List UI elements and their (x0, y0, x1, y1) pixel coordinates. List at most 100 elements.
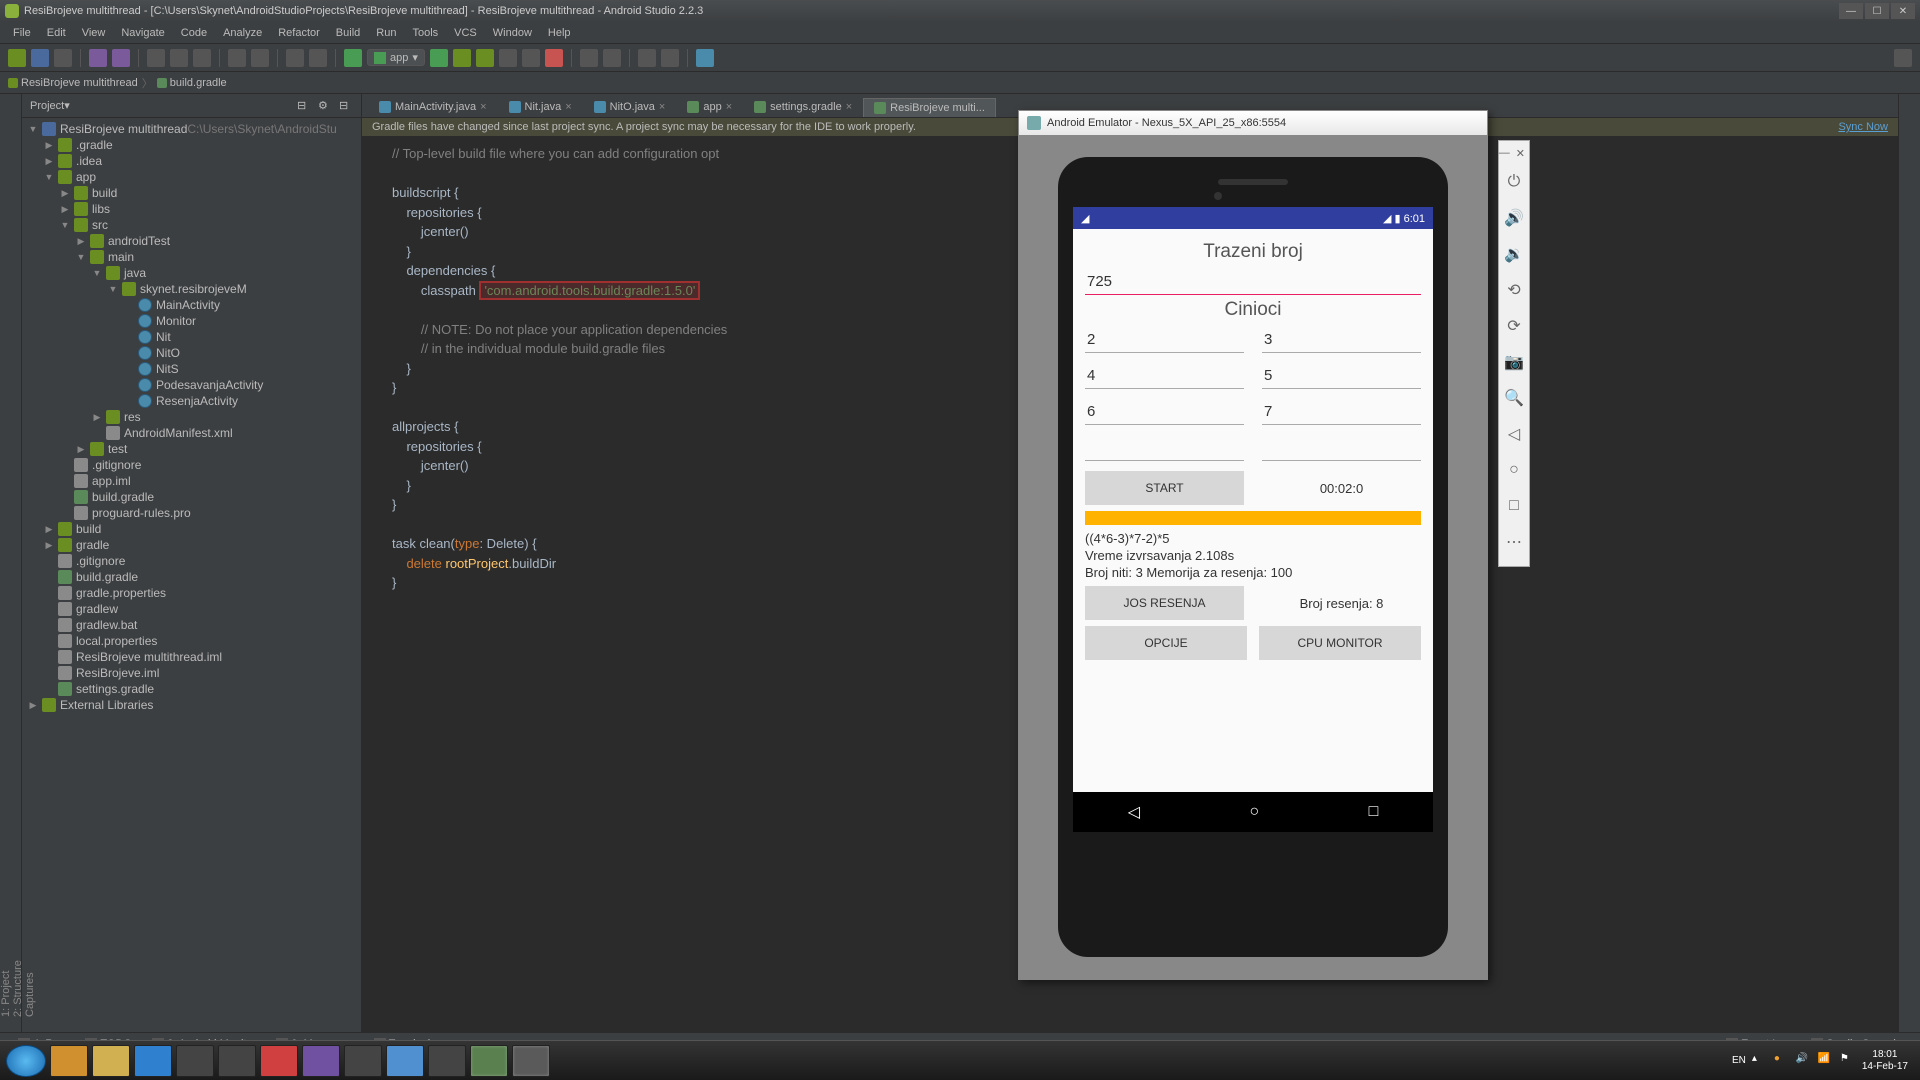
task-icon[interactable] (512, 1045, 550, 1077)
task-icon[interactable] (386, 1045, 424, 1077)
tree-node[interactable]: ▶.gradle (22, 137, 361, 153)
find-icon[interactable] (228, 49, 246, 67)
menu-navigate[interactable]: Navigate (113, 27, 172, 39)
sync-now-link[interactable]: Sync Now (1838, 121, 1888, 133)
menu-view[interactable]: View (74, 27, 114, 39)
stop-icon[interactable] (545, 49, 563, 67)
tree-node[interactable]: ▼src (22, 217, 361, 233)
tray-icon[interactable]: ▴ (1752, 1053, 1768, 1069)
tree-node[interactable]: build.gradle (22, 569, 361, 585)
tree-node[interactable]: gradlew.bat (22, 617, 361, 633)
gradle-icon[interactable] (661, 49, 679, 67)
emulator-control-icon[interactable]: 🔍 (1499, 380, 1529, 416)
emulator-control-icon[interactable]: ⏻ (1499, 164, 1529, 200)
tree-node[interactable]: Nit (22, 329, 361, 345)
run-config-dropdown[interactable]: app ▾ (367, 49, 425, 66)
tree-node[interactable]: ResiBrojeve.iml (22, 665, 361, 681)
task-icon[interactable] (302, 1045, 340, 1077)
emu-minimize-button[interactable]: — (1499, 147, 1510, 160)
emulator-control-icon[interactable]: ⟳ (1499, 308, 1529, 344)
factor-input[interactable] (1085, 435, 1244, 461)
sync-icon[interactable] (54, 49, 72, 67)
search-icon[interactable] (1894, 49, 1912, 67)
emulator-control-icon[interactable]: ⋯ (1499, 524, 1529, 560)
apply-icon[interactable] (453, 49, 471, 67)
start-button[interactable] (6, 1045, 46, 1077)
task-icon[interactable] (218, 1045, 256, 1077)
tree-node[interactable]: ▶build (22, 185, 361, 201)
tree-node[interactable]: MainActivity (22, 297, 361, 313)
emulator-control-icon[interactable]: 🔊 (1499, 200, 1529, 236)
tree-node[interactable]: ResenjaActivity (22, 393, 361, 409)
replace-icon[interactable] (251, 49, 269, 67)
help-icon[interactable] (696, 49, 714, 67)
menu-file[interactable]: File (5, 27, 39, 39)
factor-input[interactable] (1262, 363, 1421, 389)
project-tree[interactable]: ▼ResiBrojeve multithread C:\Users\Skynet… (22, 118, 361, 1032)
structure-icon[interactable] (638, 49, 656, 67)
task-icon[interactable] (428, 1045, 466, 1077)
tree-node[interactable]: gradle.properties (22, 585, 361, 601)
back-button[interactable]: ◁ (1128, 802, 1140, 822)
more-solutions-button[interactable]: JOS RESENJA (1085, 586, 1244, 620)
paste-icon[interactable] (193, 49, 211, 67)
save-icon[interactable] (31, 49, 49, 67)
editor-tab[interactable]: ResiBrojeve multi... (863, 98, 996, 117)
menu-window[interactable]: Window (485, 27, 540, 39)
task-icon[interactable] (176, 1045, 214, 1077)
sdk-icon[interactable] (603, 49, 621, 67)
menu-analyze[interactable]: Analyze (215, 27, 270, 39)
tree-node[interactable]: gradlew (22, 601, 361, 617)
editor-tab[interactable]: app × (676, 97, 743, 117)
emulator-control-icon[interactable]: □ (1499, 488, 1529, 524)
tree-node[interactable]: NitS (22, 361, 361, 377)
emulator-control-icon[interactable]: ⟲ (1499, 272, 1529, 308)
tree-node[interactable]: .gitignore (22, 553, 361, 569)
tree-node[interactable]: ▼app (22, 169, 361, 185)
task-icon[interactable] (260, 1045, 298, 1077)
debug-icon[interactable] (476, 49, 494, 67)
tree-node[interactable]: Monitor (22, 313, 361, 329)
factor-input[interactable] (1262, 399, 1421, 425)
tray-icon[interactable]: 📶 (1818, 1053, 1834, 1069)
tree-node[interactable]: ▶test (22, 441, 361, 457)
language-indicator[interactable]: EN (1732, 1055, 1746, 1066)
emulator-control-icon[interactable]: 🔉 (1499, 236, 1529, 272)
target-number-input[interactable] (1085, 269, 1421, 295)
run-icon[interactable] (430, 49, 448, 67)
tree-node[interactable]: ▼java (22, 265, 361, 281)
structure-tool-button[interactable]: 2: Structure (12, 104, 24, 1017)
tree-node[interactable]: PodesavanjaActivity (22, 377, 361, 393)
tree-node[interactable]: ▶.idea (22, 153, 361, 169)
hide-icon[interactable]: ⊟ (339, 99, 353, 113)
tree-node[interactable]: ▼skynet.resibrojeveM (22, 281, 361, 297)
redo-icon[interactable] (112, 49, 130, 67)
open-icon[interactable] (8, 49, 26, 67)
tree-node[interactable]: ResiBrojeve multithread.iml (22, 649, 361, 665)
collapse-icon[interactable]: ⊟ (297, 99, 311, 113)
breadcrumb-item[interactable]: build.gradle (157, 77, 227, 89)
tree-node[interactable]: build.gradle (22, 489, 361, 505)
menu-run[interactable]: Run (368, 27, 404, 39)
tree-node[interactable]: ▶res (22, 409, 361, 425)
tray-icon[interactable]: ● (1774, 1053, 1790, 1069)
tree-node[interactable]: ▼ResiBrojeve multithread C:\Users\Skynet… (22, 121, 361, 137)
tree-node[interactable]: AndroidManifest.xml (22, 425, 361, 441)
task-icon[interactable] (134, 1045, 172, 1077)
emulator-control-icon[interactable]: 📷 (1499, 344, 1529, 380)
tree-node[interactable]: app.iml (22, 473, 361, 489)
coverage-icon[interactable] (522, 49, 540, 67)
menu-code[interactable]: Code (173, 27, 215, 39)
copy-icon[interactable] (170, 49, 188, 67)
minimize-button[interactable]: — (1839, 3, 1863, 19)
emulator-title-bar[interactable]: Android Emulator - Nexus_5X_API_25_x86:5… (1019, 111, 1487, 135)
back-icon[interactable] (286, 49, 304, 67)
editor-tab[interactable]: Nit.java × (498, 97, 583, 117)
tray-icon[interactable]: ⚑ (1840, 1053, 1856, 1069)
forward-icon[interactable] (309, 49, 327, 67)
task-icon[interactable] (470, 1045, 508, 1077)
tree-node[interactable]: ▼main (22, 249, 361, 265)
cut-icon[interactable] (147, 49, 165, 67)
factor-input[interactable] (1085, 327, 1244, 353)
recent-button[interactable]: □ (1369, 803, 1379, 821)
